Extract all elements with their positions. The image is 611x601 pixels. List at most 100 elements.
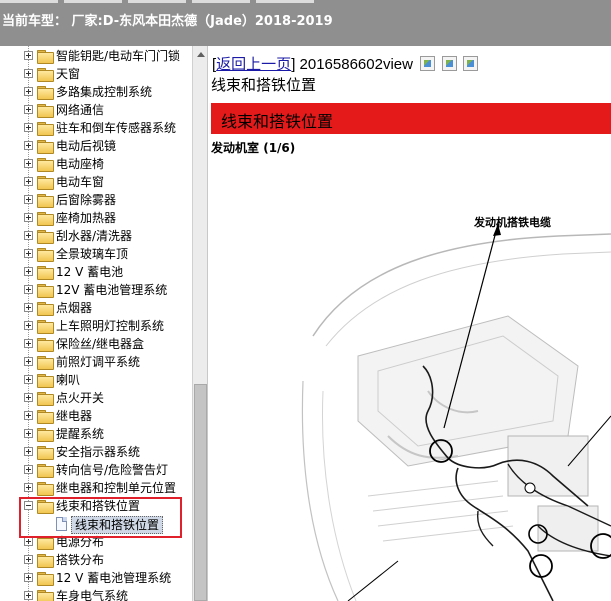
selection-highlight-box: [19, 497, 182, 538]
tree-item-label: 继电器和控制单元位置: [56, 481, 177, 495]
tree-item-label: 转向信号/危险警告灯: [56, 463, 169, 477]
expand-toggle-icon[interactable]: [24, 213, 33, 222]
header-tab[interactable]: [0, 0, 58, 3]
broken-image-icon[interactable]: [442, 56, 458, 71]
expand-toggle-icon[interactable]: [24, 87, 33, 96]
expand-toggle-icon[interactable]: [24, 393, 33, 402]
section-title-bar: 线束和搭铁位置: [211, 103, 611, 134]
tree-item-label: 提醒系统: [56, 427, 105, 441]
expand-toggle-icon[interactable]: [24, 177, 33, 186]
fender-inner-outline: [322, 390, 357, 601]
folder-icon: [37, 122, 54, 136]
page-title: 线束和搭铁位置: [211, 76, 317, 94]
section-title: 线束和搭铁位置: [221, 112, 334, 131]
tree-item-label: 天窗: [56, 67, 81, 81]
tree-item-label: 喇叭: [56, 373, 81, 387]
scroll-up-arrow-icon[interactable]: [193, 48, 208, 62]
tree-item-label: 后窗除雾器: [56, 193, 117, 207]
folder-icon: [37, 428, 54, 442]
folder-icon: [37, 284, 54, 298]
expand-toggle-icon[interactable]: [24, 249, 33, 258]
scrollbar-thumb[interactable]: [194, 384, 207, 601]
expand-toggle-icon[interactable]: [24, 483, 33, 492]
fender-outline: [301, 380, 339, 601]
expand-toggle-icon[interactable]: [24, 573, 33, 582]
doc-id: 2016586602view: [299, 56, 413, 73]
nav-bracket-close: ]: [291, 56, 296, 73]
tree-item-label: 电动后视镜: [56, 139, 117, 153]
expand-toggle-icon[interactable]: [24, 555, 33, 564]
tree-item-label: 智能钥匙/电动车门门锁: [56, 49, 181, 63]
folder-icon: [37, 590, 54, 601]
ground-point-circle: [524, 482, 536, 494]
header-tab[interactable]: [192, 0, 250, 3]
tree-item-label: 驻车和倒车传感器系统: [56, 121, 177, 135]
broken-image-icon[interactable]: [420, 56, 436, 71]
expand-toggle-icon[interactable]: [24, 51, 33, 60]
tree-item-label: 车身电气系统: [56, 589, 129, 601]
expand-toggle-icon[interactable]: [24, 537, 33, 546]
expand-toggle-icon[interactable]: [24, 339, 33, 348]
expand-toggle-icon[interactable]: [24, 321, 33, 330]
hood-outline: [312, 233, 611, 337]
radiator-lines: [367, 480, 514, 542]
tree-item-label: 继电器: [56, 409, 93, 423]
ground-point-circle: [529, 554, 553, 578]
expand-toggle-icon[interactable]: [24, 123, 33, 132]
folder-icon: [37, 374, 54, 388]
folder-icon: [37, 338, 54, 352]
folder-icon: [37, 230, 54, 244]
expand-toggle-icon[interactable]: [24, 69, 33, 78]
expand-toggle-icon[interactable]: [24, 267, 33, 276]
expand-toggle-icon[interactable]: [24, 195, 33, 204]
expand-toggle-icon[interactable]: [24, 375, 33, 384]
tree-item-label: 刮水器/清洗器: [56, 229, 133, 243]
folder-icon: [37, 482, 54, 496]
folder-icon: [37, 50, 54, 64]
expand-toggle-icon[interactable]: [24, 465, 33, 474]
folder-icon: [37, 572, 54, 586]
header-tab[interactable]: [256, 0, 314, 3]
tree-item-label: 12V 蓄电池管理系统: [56, 283, 168, 297]
header-tab[interactable]: [128, 0, 186, 3]
folder-icon: [37, 248, 54, 262]
tree-item-label: 点火开关: [56, 391, 105, 405]
tree-item-label: 前照灯调平系统: [56, 355, 141, 369]
folder-icon: [37, 302, 54, 316]
expand-toggle-icon[interactable]: [24, 357, 33, 366]
folder-icon: [37, 392, 54, 406]
folder-icon: [37, 410, 54, 424]
folder-icon: [37, 266, 54, 280]
expand-toggle-icon[interactable]: [24, 411, 33, 420]
back-link[interactable]: 返回上一页: [216, 56, 291, 73]
header-tab[interactable]: [64, 0, 122, 3]
expand-toggle-icon[interactable]: [24, 591, 33, 600]
folder-icon: [37, 104, 54, 118]
tree-item-label: 搭铁分布: [56, 553, 105, 567]
broken-image-icon[interactable]: [463, 56, 479, 71]
expand-toggle-icon[interactable]: [24, 105, 33, 114]
expand-toggle-icon[interactable]: [24, 447, 33, 456]
tree-item-label: 电动车窗: [56, 175, 105, 189]
document-view: [返回上一页] 2016586602view 线束和搭铁位置 线束和搭铁位置 发…: [208, 46, 611, 601]
engine-bay-diagram: [301, 223, 611, 601]
expand-toggle-icon[interactable]: [24, 159, 33, 168]
header-tabs: [0, 0, 611, 3]
expand-toggle-icon[interactable]: [24, 303, 33, 312]
folder-icon: [37, 446, 54, 460]
current-vehicle-title: 当前车型： 厂家:D-东风本田杰德（Jade）2018-2019: [2, 14, 333, 29]
folder-icon: [37, 176, 54, 190]
tree-item-label: 电动座椅: [56, 157, 105, 171]
battery-block: [507, 435, 589, 497]
tree-item-label: 多路集成控制系统: [56, 85, 153, 99]
tree-scrollbar[interactable]: [192, 46, 208, 601]
expand-toggle-icon[interactable]: [24, 285, 33, 294]
expand-toggle-icon[interactable]: [24, 141, 33, 150]
folder-icon: [37, 464, 54, 478]
leader-line: [347, 560, 399, 601]
expand-toggle-icon[interactable]: [24, 429, 33, 438]
folder-icon: [37, 140, 54, 154]
folder-icon: [37, 212, 54, 226]
folder-icon: [37, 68, 54, 82]
expand-toggle-icon[interactable]: [24, 231, 33, 240]
